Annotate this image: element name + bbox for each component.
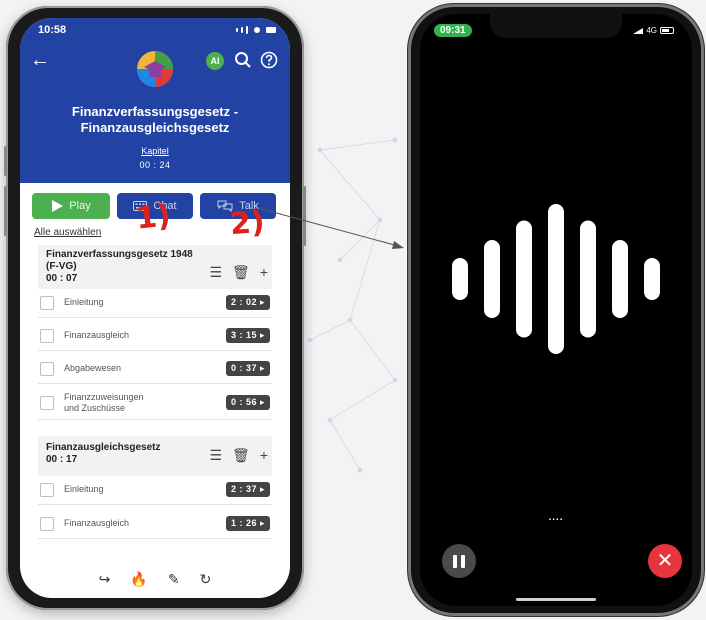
title-line: Finanzausgleichsgesetz <box>80 120 230 135</box>
waveform-bar <box>580 220 596 338</box>
play-label: Play <box>69 200 91 212</box>
status-icons <box>236 26 276 34</box>
bottom-toolbar: ↪ 🔥 ✎ ↻ <box>20 566 290 592</box>
right-phone: 09:31 4G .... ✕ <box>408 4 704 616</box>
plus-icon[interactable]: + <box>260 448 268 462</box>
checkbox[interactable] <box>40 361 54 376</box>
section-actions: ☰ 🗑 + <box>209 265 268 279</box>
annotation-2: 2) <box>228 204 266 243</box>
status-indicator: .... <box>548 512 564 523</box>
help-icon[interactable] <box>260 51 278 69</box>
edit-icon[interactable]: ✎ <box>168 571 180 588</box>
back-arrow-icon[interactable]: ← <box>30 50 50 70</box>
item-duration-play[interactable]: 2 : 37 ▸ <box>225 482 270 497</box>
list-item[interactable]: Einleitung 2 : 02 ▸ <box>38 288 272 318</box>
ai-badge[interactable]: AI <box>206 52 224 70</box>
checkbox[interactable] <box>40 328 54 343</box>
checkbox[interactable] <box>40 295 54 310</box>
list-icon[interactable]: ☰ <box>209 265 222 279</box>
play-button[interactable]: Play <box>32 193 110 219</box>
section-actions: ☰ 🗑 + <box>209 448 268 462</box>
list-item[interactable]: Finanzzuweisungen und Zuschüsse 0 : 56 ▸ <box>38 386 272 420</box>
item-label: Einleitung <box>64 297 104 307</box>
item-label: Abgabewesen <box>64 363 122 373</box>
plus-icon[interactable]: + <box>260 265 268 279</box>
item-label: Finanzzuweisungen und Zuschüsse <box>64 392 226 414</box>
checkbox[interactable] <box>40 395 54 410</box>
voice-call-screen: 09:31 4G .... ✕ <box>420 14 692 606</box>
left-phone-screen: 10:58 ← AI Finanzverfassungsgesetz - Fin… <box>20 18 290 598</box>
search-icon[interactable] <box>234 51 252 69</box>
close-icon: ✕ <box>656 550 674 572</box>
annotation-1: 1) <box>134 198 173 237</box>
app-logo <box>137 51 173 87</box>
pause-icon-bar <box>461 554 465 568</box>
item-duration-play[interactable]: 0 : 56 ▸ <box>225 395 270 410</box>
checkbox[interactable] <box>40 482 54 497</box>
waveform-bar <box>484 240 500 318</box>
refresh-icon[interactable]: ↻ <box>200 571 212 588</box>
left-phone: 10:58 ← AI Finanzverfassungsgesetz - Fin… <box>4 6 306 610</box>
list-item[interactable]: Abgabewesen 0 : 37 ▸ <box>38 354 272 384</box>
page-title: Finanzverfassungsgesetz - Finanzausgleic… <box>30 104 280 136</box>
item-duration-play[interactable]: 2 : 02 ▸ <box>225 295 270 310</box>
item-label: Finanzausgleich <box>64 518 130 528</box>
play-icon <box>52 200 64 212</box>
trash-icon[interactable]: 🗑 <box>232 265 250 279</box>
waveform-bar <box>516 220 532 338</box>
home-indicator <box>516 598 596 601</box>
list-item[interactable]: Einleitung 2 : 37 ▸ <box>38 475 272 505</box>
close-button[interactable]: ✕ <box>648 544 682 578</box>
select-all-link[interactable]: Alle auswählen <box>34 227 101 238</box>
waveform-bar <box>612 240 628 318</box>
section-header: Finanzausgleichsgesetz 00 : 17 ☰ 🗑 + <box>38 436 272 476</box>
item-label: Einleitung <box>64 484 104 494</box>
list-item[interactable]: Finanzausgleich 1 : 26 ▸ <box>38 509 272 539</box>
pause-button[interactable] <box>442 544 476 578</box>
list-icon[interactable]: ☰ <box>209 448 222 462</box>
checkbox[interactable] <box>40 516 54 531</box>
app-header: 10:58 ← AI Finanzverfassungsgesetz - Fin… <box>20 18 290 183</box>
waveform-bar <box>644 258 660 300</box>
side-button <box>4 146 7 176</box>
pause-icon-bar <box>453 554 457 568</box>
section-header: Finanzverfassungsgesetz 1948 (F-VG) 00 :… <box>38 245 272 289</box>
status-time: 10:58 <box>38 24 67 36</box>
power-button <box>303 186 306 246</box>
item-label: Finanzausgleich <box>64 330 130 340</box>
item-label-line: und Zuschüsse <box>64 402 126 413</box>
kapitel-link[interactable]: Kapitel <box>20 146 290 156</box>
section-title: Finanzverfassungsgesetz 1948 <box>46 249 193 260</box>
side-button <box>4 186 7 236</box>
item-duration-play[interactable]: 0 : 37 ▸ <box>225 361 270 376</box>
list-item[interactable]: Finanzausgleich 3 : 15 ▸ <box>38 321 272 351</box>
item-duration-play[interactable]: 3 : 15 ▸ <box>225 328 270 343</box>
waveform-bar <box>548 204 564 354</box>
trash-icon[interactable]: 🗑 <box>232 448 250 462</box>
title-line: Finanzverfassungsgesetz - <box>71 104 239 119</box>
total-duration: 00 : 24 <box>139 160 171 170</box>
share-icon[interactable]: ↪ <box>99 571 111 588</box>
waveform-bar <box>452 258 468 300</box>
fire-icon[interactable]: 🔥 <box>130 571 147 588</box>
item-duration-play[interactable]: 1 : 26 ▸ <box>225 516 270 531</box>
item-label-line: Finanzzuweisungen <box>64 391 144 402</box>
